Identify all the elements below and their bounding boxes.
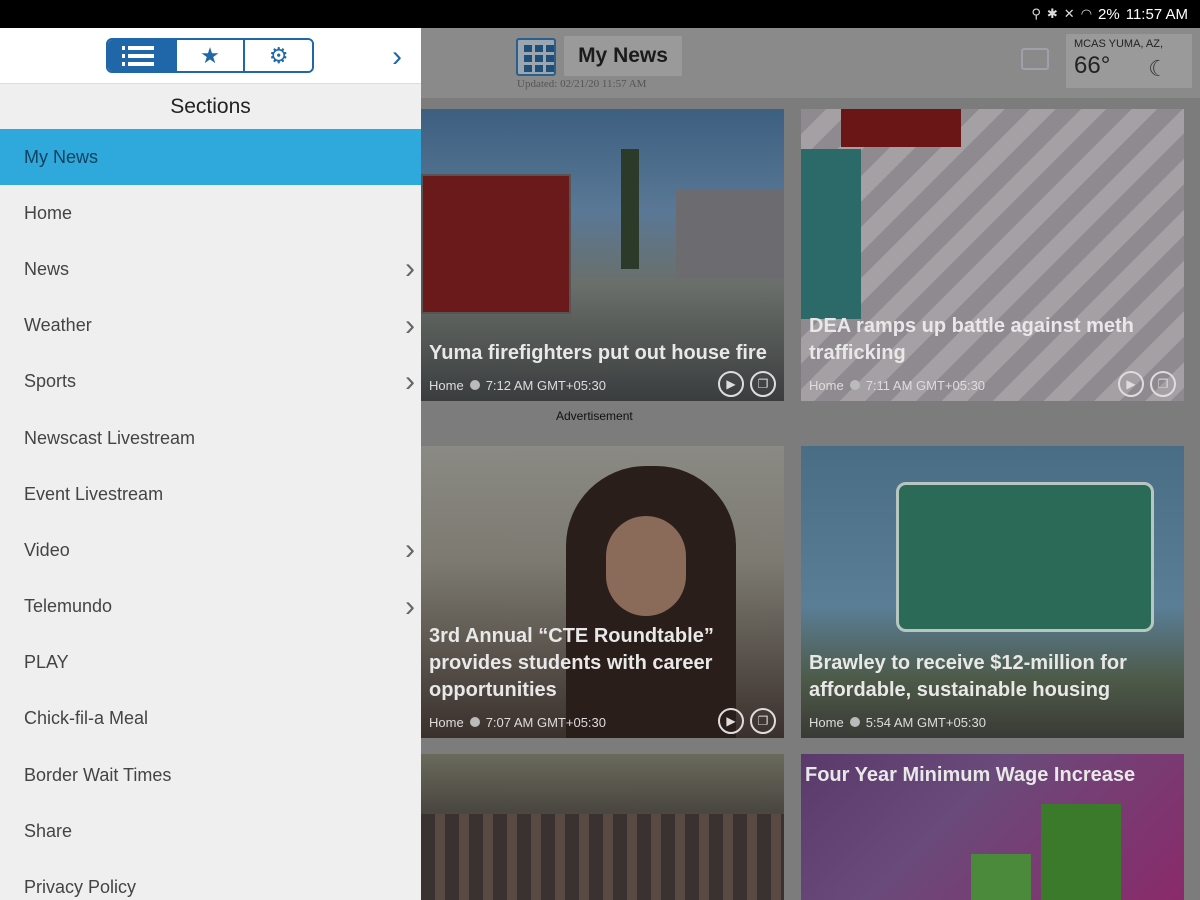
news-card[interactable]: 3rd Annual “CTE Roundtable” provides stu… (421, 446, 784, 738)
chevron-right-icon[interactable]: › (405, 533, 415, 567)
chevron-right-icon[interactable]: › (384, 40, 410, 74)
sidebar-item-label: Video (24, 539, 70, 560)
news-card-time: 7:11 AM GMT+05:30 (865, 377, 986, 393)
sidebar-item-play[interactable]: PLAY (0, 635, 421, 691)
news-card-time: 5:54 AM GMT+05:30 (865, 714, 987, 730)
news-card-headline: Four Year Minimum Wage Increase (805, 764, 1136, 786)
video-icon[interactable]: ▶ (1118, 371, 1144, 397)
sidebar-item-label: Chick-fil-a Meal (24, 708, 149, 729)
sidebar-item-my-news[interactable]: My News (0, 129, 421, 186)
sidebar-item-event-livestream[interactable]: Event Livestream (0, 466, 421, 522)
gallery-icon[interactable]: ❐ (750, 708, 776, 734)
sidebar-item-label: News (24, 258, 70, 279)
news-card[interactable]: Brawley to receive $12-million for affor… (801, 446, 1184, 738)
app: My News Updated: 02/21/20 11:57 AM MCAS … (0, 28, 1200, 900)
news-card-headline: DEA ramps up battle against meth traffic… (809, 315, 1134, 364)
weather-widget[interactable]: MCAS YUMA, AZ, 66° ☾ (1066, 34, 1192, 88)
chevron-right-icon[interactable]: › (405, 365, 415, 399)
status-bar: ⚲ ✱ ✕ ◠ 2% 11:57 AM (0, 0, 1200, 28)
location-icon: ⚲ (1031, 6, 1041, 21)
status-time: 11:57 AM (1125, 5, 1188, 23)
sidebar-item-label: Privacy Policy (24, 877, 137, 898)
sidebar-item-label: My News (24, 146, 99, 167)
news-card-image (421, 754, 784, 900)
sidebar-item-privacy-policy[interactable]: Privacy Policy (0, 859, 421, 900)
news-card-headline: Brawley to receive $12-million for affor… (809, 652, 1127, 701)
grid-view-button[interactable] (516, 38, 556, 76)
gear-icon[interactable]: ⚙ (245, 40, 312, 71)
moon-icon: ☾ (1148, 56, 1168, 81)
separator-dot (469, 380, 480, 390)
sidebar-item-border-wait-times[interactable]: Border Wait Times (0, 747, 421, 803)
separator-dot (849, 380, 860, 390)
news-card-headline: 3rd Annual “CTE Roundtable” provides stu… (429, 625, 714, 701)
chevron-right-icon[interactable]: › (405, 590, 415, 624)
video-icon[interactable]: ▶ (718, 708, 744, 734)
news-card-time: 7:12 AM GMT+05:30 (485, 377, 607, 393)
news-card-headline: Yuma firefighters put out house fire (429, 342, 767, 364)
advertisement-label: Advertisement (556, 409, 633, 423)
sidebar-item-chick-fil-a-meal[interactable]: Chick-fil-a Meal (0, 691, 421, 747)
drawer-toolbar: ★ ⚙ › (0, 28, 421, 84)
sidebar-item-label: Home (24, 202, 73, 223)
video-icon[interactable]: ▶ (718, 371, 744, 397)
sidebar-item-label: PLAY (24, 652, 69, 673)
wifi-icon: ◠ (1080, 6, 1093, 21)
news-card-section: Home (809, 714, 844, 730)
sidebar-item-label: Telemundo (24, 596, 113, 617)
brawley-sign (896, 482, 1154, 632)
sidebar-item-news[interactable]: News › (0, 241, 421, 297)
bluetooth-icon: ✱ (1046, 6, 1058, 21)
chevron-right-icon[interactable]: › (405, 252, 415, 286)
sidebar-item-label: Event Livestream (24, 483, 164, 504)
chevron-right-icon[interactable]: › (405, 309, 415, 343)
sidebar-item-label: Border Wait Times (24, 764, 172, 785)
sections-title: Sections (170, 95, 251, 118)
gallery-icon[interactable]: ❐ (750, 371, 776, 397)
list-icon[interactable] (108, 40, 177, 71)
navigation-drawer: ★ ⚙ › Sections My News Home News › Weather › S… (0, 28, 421, 900)
battery-level: 2% (1098, 5, 1120, 23)
cast-icon[interactable] (1021, 48, 1049, 70)
page-title: My News (564, 36, 682, 76)
drawer-tab-group: ★ ⚙ (106, 38, 314, 73)
sidebar-item-label: Newscast Livestream (24, 427, 196, 448)
sections-menu: My News Home News › Weather › Sports › Newscast … (0, 129, 421, 900)
sidebar-item-label: Sports (24, 371, 77, 392)
weather-location: MCAS YUMA, AZ, (1074, 38, 1164, 50)
star-icon[interactable]: ★ (176, 40, 246, 71)
sidebar-item-telemundo[interactable]: Telemundo › (0, 579, 421, 635)
sidebar-item-home[interactable]: Home (0, 185, 421, 241)
news-card[interactable]: DEA ramps up battle against meth traffic… (801, 109, 1184, 401)
mute-icon: ✕ (1063, 6, 1075, 21)
news-card[interactable]: Four Year Minimum Wage Increase (801, 754, 1184, 900)
news-card-time: 7:07 AM GMT+05:30 (485, 714, 607, 730)
sidebar-item-sports[interactable]: Sports › (0, 354, 421, 410)
separator-dot (849, 717, 860, 727)
news-card-section: Home (429, 377, 464, 393)
news-card-section: Home (429, 714, 464, 730)
news-card-section: Home (809, 377, 844, 393)
updated-timestamp: Updated: 02/21/20 11:57 AM (517, 78, 647, 90)
news-card[interactable]: Yuma firefighters put out house fire Hom… (421, 109, 784, 401)
sidebar-item-video[interactable]: Video › (0, 522, 421, 578)
sidebar-item-share[interactable]: Share (0, 803, 421, 859)
separator-dot (469, 717, 480, 727)
sidebar-item-newscast-livestream[interactable]: Newscast Livestream (0, 410, 421, 466)
news-card-meta: Home 5:54 AM GMT+05:30 (801, 706, 1184, 738)
sidebar-item-label: Weather (24, 315, 92, 336)
gallery-icon[interactable]: ❐ (1150, 371, 1176, 397)
sidebar-item-label: Share (24, 820, 73, 841)
sidebar-item-weather[interactable]: Weather › (0, 298, 421, 354)
news-card[interactable] (421, 754, 784, 900)
